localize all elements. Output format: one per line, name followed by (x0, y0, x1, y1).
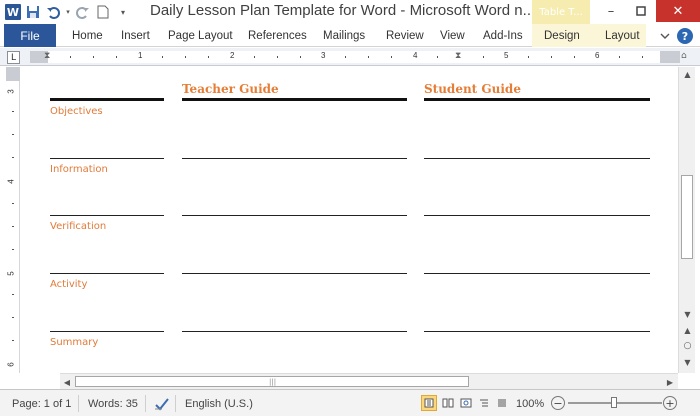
tab-review[interactable]: Review (386, 24, 424, 47)
select-browse-object-icon[interactable]: ○ (679, 339, 696, 353)
document-page[interactable]: Teacher Guide Student Guide Objectives I… (21, 67, 678, 373)
table-row-rule (182, 215, 407, 216)
maximize-icon[interactable] (626, 0, 656, 22)
tab-selector[interactable]: L (7, 51, 20, 64)
scroll-grip-icon: ||| (269, 378, 277, 386)
table-header-rule (182, 98, 407, 101)
table-row-rule (50, 273, 164, 274)
row-label-verification: Verification (50, 221, 107, 232)
zoom-in-icon[interactable]: + (663, 396, 677, 410)
zoom-slider-thumb[interactable] (611, 397, 617, 408)
row-label-summary: Summary (50, 337, 99, 348)
ruler-number: 2 (230, 51, 235, 60)
web-layout-view-icon[interactable] (458, 395, 474, 411)
column-header-student-guide: Student Guide (424, 82, 521, 96)
tab-page-layout[interactable]: Page Layout (168, 24, 233, 47)
zoom-level[interactable]: 100% (516, 390, 544, 417)
vertical-ruler-number: 6 (6, 362, 16, 367)
print-layout-view-icon[interactable] (421, 395, 437, 411)
page-count[interactable]: Page: 1 of 1 (12, 390, 71, 417)
undo-icon[interactable] (44, 3, 62, 21)
next-page-icon[interactable]: ▼ (679, 355, 696, 369)
table-row-rule (424, 331, 650, 332)
column-marker-icon[interactable]: ⧗ (455, 51, 461, 61)
language-indicator[interactable]: English (U.S.) (185, 390, 253, 417)
row-label-activity: Activity (50, 279, 88, 290)
table-row-rule (182, 158, 407, 159)
table-row-rule (424, 273, 650, 274)
table-row-rule (182, 331, 407, 332)
scroll-down-icon[interactable]: ▼ (679, 307, 696, 321)
title-bar: W ▾ ▾ Daily Lesson Plan Template for Wor… (0, 0, 700, 24)
row-label-information: Information (50, 164, 108, 175)
word-app-icon[interactable]: W (4, 3, 22, 21)
table-row-rule (50, 215, 164, 216)
ruler-number: 6 (595, 51, 600, 60)
window-title: Daily Lesson Plan Template for Word - Mi… (150, 2, 536, 19)
table-row-rule (424, 215, 650, 216)
vertical-ruler-number: 4 (6, 179, 16, 184)
horizontal-scroll-thumb[interactable]: ||| (75, 376, 469, 387)
outline-view-icon[interactable] (476, 395, 492, 411)
table-header-rule (50, 98, 164, 101)
redo-icon[interactable] (74, 3, 92, 21)
horizontal-ruler[interactable]: ⧗ ⧗ ⌂ 1 2 3 4 5 6 (30, 51, 687, 63)
proofing-icon[interactable] (154, 390, 170, 417)
ruler-number: 5 (504, 51, 509, 60)
vertical-ruler-number: 5 (6, 271, 16, 276)
tab-layout[interactable]: Layout (605, 24, 640, 47)
help-icon[interactable]: ? (676, 27, 694, 45)
indent-marker-icon[interactable]: ⧗ (44, 51, 50, 61)
horizontal-ruler-bar: L ⧗ ⧗ ⌂ 1 2 3 4 5 6 (0, 48, 700, 66)
tab-add-ins[interactable]: Add-Ins (483, 24, 523, 47)
undo-dropdown-icon[interactable]: ▾ (64, 3, 72, 21)
draft-view-icon[interactable] (494, 395, 510, 411)
scroll-up-icon[interactable]: ▲ (679, 67, 696, 81)
ruler-number: 3 (321, 51, 326, 60)
previous-page-icon[interactable]: ▲ (679, 323, 696, 337)
new-document-icon[interactable] (94, 3, 112, 21)
zoom-out-icon[interactable]: − (551, 396, 565, 410)
vertical-scrollbar[interactable]: ▲ ▼ ▲ ○ ▼ (678, 67, 695, 373)
table-row-rule (182, 273, 407, 274)
collapse-ribbon-icon[interactable] (656, 27, 674, 45)
status-bar: Page: 1 of 1 Words: 35 English (U.S.) 10… (0, 389, 700, 416)
column-header-teacher-guide: Teacher Guide (182, 82, 279, 96)
table-row-rule (424, 158, 650, 159)
tab-insert[interactable]: Insert (121, 24, 150, 47)
tab-design[interactable]: Design (544, 24, 580, 47)
table-row-rule (50, 331, 164, 332)
tab-home[interactable]: Home (72, 24, 103, 47)
minimize-icon[interactable]: – (596, 0, 626, 22)
table-row-rule (50, 158, 164, 159)
full-screen-reading-view-icon[interactable] (440, 395, 456, 411)
ribbon-tabs: File Home Insert Page Layout References … (0, 24, 700, 47)
tab-references[interactable]: References (248, 24, 307, 47)
scroll-left-icon[interactable]: ◀ (60, 374, 74, 390)
file-tab[interactable]: File (4, 24, 56, 47)
row-label-objectives: Objectives (50, 106, 103, 117)
close-icon[interactable]: ✕ (656, 0, 700, 22)
vertical-ruler-number: 3 (6, 89, 16, 94)
customize-qat-icon[interactable]: ▾ (114, 3, 132, 21)
vertical-ruler[interactable]: 3 4 5 6 (6, 67, 20, 373)
tab-mailings[interactable]: Mailings (323, 24, 365, 47)
table-tools-label: Table T... (532, 0, 590, 24)
ruler-number: 1 (138, 51, 143, 60)
tab-view[interactable]: View (440, 24, 465, 47)
horizontal-scrollbar[interactable]: ◀ ||| ▶ (60, 373, 678, 389)
ruler-number: 4 (413, 51, 418, 60)
save-icon[interactable] (24, 3, 42, 21)
word-count[interactable]: Words: 35 (88, 390, 138, 417)
scroll-right-icon[interactable]: ▶ (663, 374, 677, 390)
vertical-scroll-thumb[interactable] (681, 175, 693, 259)
right-indent-marker-icon[interactable]: ⌂ (681, 51, 687, 61)
table-header-rule (424, 98, 650, 101)
quick-access-toolbar: W ▾ ▾ (4, 3, 134, 21)
